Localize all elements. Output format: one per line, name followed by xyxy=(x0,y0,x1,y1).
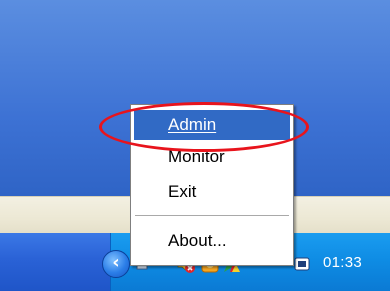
show-hidden-icons-button[interactable]: ‹ xyxy=(102,250,130,278)
clock[interactable]: 01:33 xyxy=(323,254,362,271)
annotation-highlight-ring xyxy=(99,102,309,152)
settings-icon[interactable] xyxy=(292,254,312,274)
menu-item-label: About... xyxy=(168,231,227,250)
menu-separator xyxy=(135,215,289,216)
menu-item-exit[interactable]: Exit xyxy=(134,177,290,207)
menu-item-about[interactable]: About... xyxy=(134,226,290,256)
menu-item-label: Exit xyxy=(168,182,197,201)
